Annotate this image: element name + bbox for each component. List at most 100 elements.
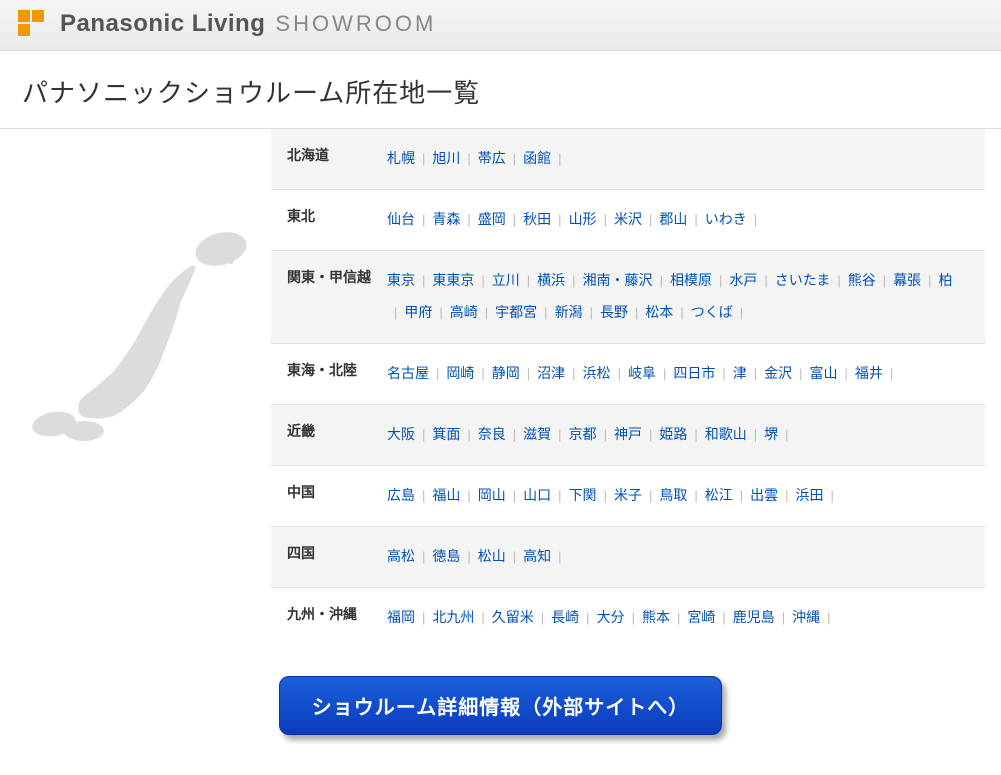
japan-map [16, 129, 271, 648]
city-link[interactable]: 甲府 [404, 298, 432, 326]
city-link[interactable]: 堺 [764, 420, 778, 448]
separator: | [422, 605, 425, 631]
city-link[interactable]: 北九州 [432, 603, 474, 631]
city-link[interactable]: 福山 [432, 481, 460, 509]
city-link[interactable]: 柏 [939, 266, 953, 294]
separator: | [513, 544, 516, 570]
city-link[interactable]: 水戸 [729, 266, 757, 294]
city-link[interactable]: 宇都宮 [495, 298, 537, 326]
city-link[interactable]: 名古屋 [387, 359, 429, 387]
city-link[interactable]: 盛岡 [478, 205, 506, 233]
city-link[interactable]: 熊本 [642, 603, 670, 631]
city-link[interactable]: 鳥取 [659, 481, 687, 509]
city-link[interactable]: 米沢 [614, 205, 642, 233]
city-link[interactable]: 幕張 [893, 266, 921, 294]
separator: | [764, 268, 767, 294]
city-link[interactable]: 鹿児島 [733, 603, 775, 631]
city-link[interactable]: 高松 [387, 542, 415, 570]
separator: | [513, 207, 516, 233]
city-link[interactable]: 福井 [855, 359, 883, 387]
city-list: 福岡|北九州|久留米|長崎|大分|熊本|宮崎|鹿児島|沖縄| [387, 602, 969, 634]
city-link[interactable]: 下関 [569, 481, 597, 509]
city-link[interactable]: 岐阜 [628, 359, 656, 387]
city-link[interactable]: 秋田 [523, 205, 551, 233]
city-link[interactable]: 徳島 [432, 542, 460, 570]
region-row: 北海道札幌|旭川|帯広|函館| [271, 129, 985, 189]
city-link[interactable]: 札幌 [387, 144, 415, 172]
city-link[interactable]: 横浜 [537, 266, 565, 294]
japan-map-icon [26, 221, 261, 481]
city-link[interactable]: つくば [691, 298, 733, 326]
separator: | [928, 268, 931, 294]
city-link[interactable]: 神戸 [614, 420, 642, 448]
city-link[interactable]: 熊谷 [848, 266, 876, 294]
separator: | [660, 268, 663, 294]
city-link[interactable]: 青森 [432, 205, 460, 233]
city-link[interactable]: 大阪 [387, 420, 415, 448]
city-link[interactable]: 米子 [614, 481, 642, 509]
separator: | [481, 268, 484, 294]
city-link[interactable]: 東東京 [432, 266, 474, 294]
separator: | [649, 207, 652, 233]
city-link[interactable]: 山形 [569, 205, 597, 233]
city-link[interactable]: 仙台 [387, 205, 415, 233]
brand-main: Panasonic Living [60, 10, 265, 38]
city-link[interactable]: 広島 [387, 481, 415, 509]
city-list: 広島|福山|岡山|山口|下関|米子|鳥取|松江|出雲|浜田| [387, 480, 969, 512]
separator: | [481, 605, 484, 631]
city-link[interactable]: 宮崎 [687, 603, 715, 631]
city-link[interactable]: 沼津 [537, 359, 565, 387]
city-link[interactable]: 滋賀 [523, 420, 551, 448]
city-link[interactable]: 松江 [705, 481, 733, 509]
separator: | [513, 146, 516, 172]
city-link[interactable]: 出雲 [750, 481, 778, 509]
city-link[interactable]: 富山 [810, 359, 838, 387]
city-link[interactable]: 大分 [597, 603, 625, 631]
city-link[interactable]: 松山 [478, 542, 506, 570]
city-link[interactable]: いわき [705, 205, 747, 233]
city-link[interactable]: 福岡 [387, 603, 415, 631]
city-link[interactable]: 旭川 [432, 144, 460, 172]
city-link[interactable]: 岡崎 [446, 359, 474, 387]
city-link[interactable]: 箕面 [432, 420, 460, 448]
city-link[interactable]: 沖縄 [792, 603, 820, 631]
city-link[interactable]: 郡山 [659, 205, 687, 233]
city-link[interactable]: 相模原 [670, 266, 712, 294]
city-link[interactable]: 松本 [645, 298, 673, 326]
city-link[interactable]: 静岡 [492, 359, 520, 387]
city-list: 名古屋|岡崎|静岡|沼津|浜松|岐阜|四日市|津|金沢|富山|福井| [387, 358, 969, 390]
city-link[interactable]: 長崎 [551, 603, 579, 631]
showroom-details-button[interactable]: ショウルーム詳細情報（外部サイトへ） [279, 676, 722, 735]
city-link[interactable]: 帯広 [478, 144, 506, 172]
city-link[interactable]: 岡山 [478, 481, 506, 509]
city-link[interactable]: 東京 [387, 266, 415, 294]
city-link[interactable]: 長野 [600, 298, 628, 326]
city-link[interactable]: 奈良 [478, 420, 506, 448]
separator: | [422, 422, 425, 448]
city-link[interactable]: 山口 [523, 481, 551, 509]
city-link[interactable]: 津 [733, 359, 747, 387]
separator: | [827, 605, 830, 631]
city-link[interactable]: 浜田 [796, 481, 824, 509]
city-link[interactable]: さいたま [775, 266, 831, 294]
city-link[interactable]: 姫路 [659, 420, 687, 448]
city-link[interactable]: 高崎 [450, 298, 478, 326]
separator: | [558, 146, 561, 172]
city-link[interactable]: 函館 [523, 144, 551, 172]
city-link[interactable]: 久留米 [492, 603, 534, 631]
city-link[interactable]: 湘南・藤沢 [583, 266, 653, 294]
separator: | [890, 361, 893, 387]
city-link[interactable]: 京都 [569, 420, 597, 448]
separator: | [604, 207, 607, 233]
separator: | [694, 207, 697, 233]
city-link[interactable]: 新潟 [555, 298, 583, 326]
city-link[interactable]: 立川 [492, 266, 520, 294]
city-link[interactable]: 四日市 [673, 359, 715, 387]
city-link[interactable]: 浜松 [583, 359, 611, 387]
city-link[interactable]: 和歌山 [705, 420, 747, 448]
city-link[interactable]: 高知 [523, 542, 551, 570]
separator: | [541, 605, 544, 631]
city-link[interactable]: 金沢 [764, 359, 792, 387]
separator: | [485, 300, 488, 326]
separator: | [635, 300, 638, 326]
